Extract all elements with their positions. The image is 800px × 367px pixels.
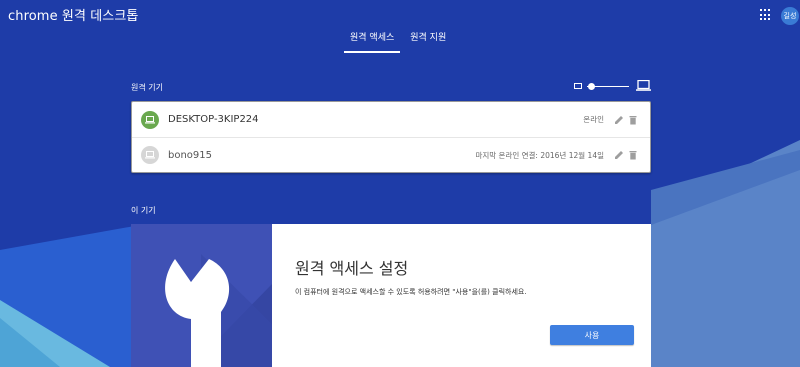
view-size-slider[interactable] bbox=[574, 80, 652, 94]
delete-icon[interactable] bbox=[628, 115, 638, 125]
large-monitor-icon bbox=[636, 80, 651, 91]
account-avatar[interactable]: 길성 bbox=[781, 7, 799, 25]
host-status: 마지막 온라인 연결: 2016년 12월 14일 bbox=[475, 150, 604, 160]
edit-icon[interactable] bbox=[614, 115, 624, 125]
host-row-bono915[interactable]: bono915 마지막 온라인 연결: 2016년 12월 14일 bbox=[132, 137, 650, 172]
app-title: chrome 원격 데스크톱 bbox=[8, 9, 139, 24]
host-list: DESKTOP-3KIP224 온라인 bono915 마지막 온라인 연결: … bbox=[131, 101, 651, 173]
setup-description: 이 컴퓨터에 원격으로 액세스할 수 있도록 허용하려면 "사용"을(를) 클릭… bbox=[295, 288, 527, 296]
laptop-icon bbox=[141, 110, 159, 129]
remote-access-setup-card: 원격 액세스 설정 이 컴퓨터에 원격으로 액세스할 수 있도록 허용하려면 "… bbox=[131, 224, 651, 367]
host-row-desktop[interactable]: DESKTOP-3KIP224 온라인 bbox=[132, 102, 650, 137]
mode-tabs: 원격 액세스 원격 지원 bbox=[344, 30, 456, 53]
delete-icon[interactable] bbox=[628, 150, 638, 160]
this-device-label: 이 기기 bbox=[131, 206, 156, 215]
apps-grid-icon[interactable] bbox=[760, 9, 772, 21]
small-monitor-icon bbox=[574, 83, 582, 89]
tab-remote-access[interactable]: 원격 액세스 bbox=[344, 30, 401, 53]
tab-remote-support[interactable]: 원격 지원 bbox=[404, 30, 452, 53]
host-status: 온라인 bbox=[583, 115, 604, 124]
laptop-icon bbox=[141, 146, 159, 164]
host-name: bono915 bbox=[168, 149, 213, 161]
setup-title: 원격 액세스 설정 bbox=[295, 259, 409, 278]
slider-knob[interactable] bbox=[588, 83, 595, 90]
edit-icon[interactable] bbox=[614, 150, 624, 160]
remote-devices-label: 원격 기기 bbox=[131, 83, 163, 92]
wrench-icon bbox=[165, 254, 272, 367]
host-name: DESKTOP-3KIP224 bbox=[168, 114, 259, 125]
enable-button[interactable]: 사용 bbox=[550, 325, 634, 345]
wrench-illustration bbox=[131, 224, 272, 367]
